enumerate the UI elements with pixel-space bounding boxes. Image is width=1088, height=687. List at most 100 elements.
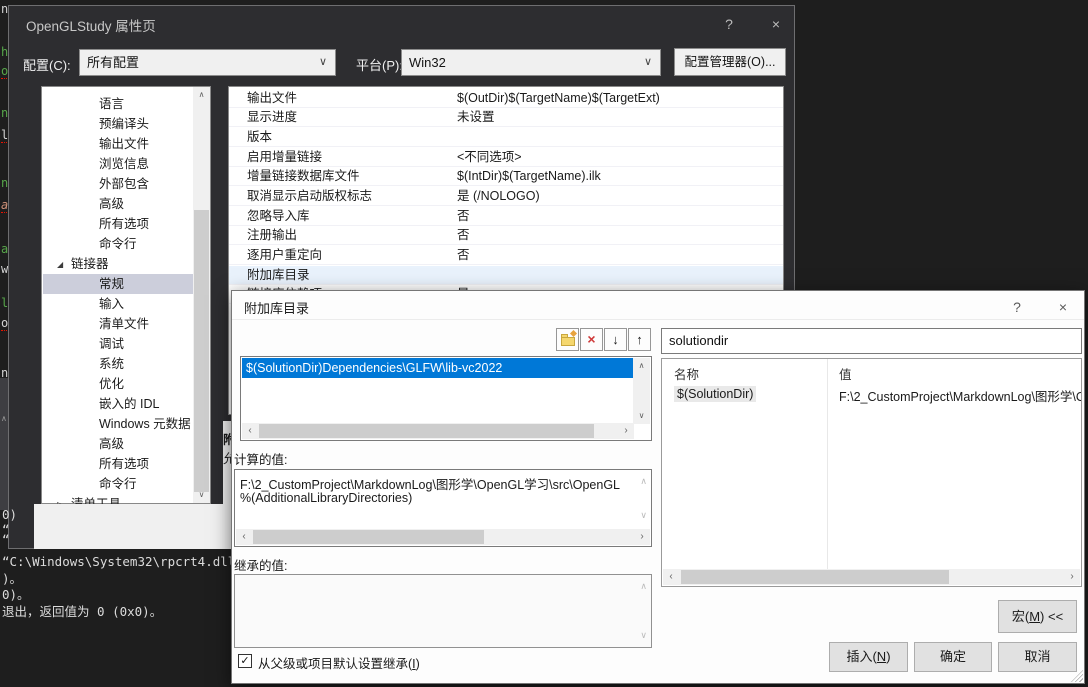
- scroll-up-icon[interactable]: ∧: [1, 414, 7, 423]
- tree-item-label: 输入: [99, 297, 124, 311]
- close-button[interactable]: ×: [1050, 296, 1076, 318]
- ok-button[interactable]: 确定: [914, 642, 992, 672]
- scroll-right-icon[interactable]: ›: [634, 529, 650, 545]
- tree-item-label: 所有选项: [99, 457, 149, 471]
- tree-item[interactable]: 所有选项: [43, 454, 193, 474]
- insert-button[interactable]: 插入(N): [829, 642, 908, 672]
- cancel-button[interactable]: 取消: [998, 642, 1077, 672]
- property-value[interactable]: 是 (/NOLOGO): [457, 187, 540, 206]
- scroll-right-icon[interactable]: ›: [618, 423, 634, 439]
- computed-hscrollbar[interactable]: ‹ ›: [236, 529, 650, 545]
- delete-line-button[interactable]: ×: [580, 328, 603, 351]
- move-up-button[interactable]: ↑: [628, 328, 651, 351]
- chevron-down-icon[interactable]: ∨: [319, 50, 327, 75]
- property-row[interactable]: 启用增量链接 <不同选项>: [229, 148, 783, 167]
- platform-combobox[interactable]: Win32 ∨: [401, 49, 661, 76]
- new-line-button[interactable]: [556, 328, 579, 351]
- property-row[interactable]: 版本: [229, 128, 783, 147]
- tree-item[interactable]: 嵌入的 IDL: [43, 394, 193, 414]
- tree-item-label: 语言: [99, 97, 124, 111]
- macro-name-cell[interactable]: $(SolutionDir): [674, 386, 756, 402]
- scroll-down-icon[interactable]: ∨: [633, 408, 650, 424]
- property-value[interactable]: 否: [457, 207, 470, 226]
- tree-expander-icon[interactable]: ◢: [57, 255, 71, 275]
- console-output-line: 0): [2, 507, 17, 522]
- tree-item[interactable]: 高级: [43, 194, 193, 214]
- configuration-manager-button[interactable]: 配置管理器(O)...: [674, 48, 786, 76]
- scroll-left-icon[interactable]: ‹: [663, 569, 679, 585]
- tree-item[interactable]: 高级: [43, 434, 193, 454]
- property-row[interactable]: 显示进度 未设置: [229, 108, 783, 127]
- tree-item[interactable]: 清单文件: [43, 314, 193, 334]
- console-output-line: “: [2, 532, 10, 547]
- tree-item[interactable]: 所有选项: [43, 214, 193, 234]
- console-output-line: “C:\Windows\System32\rpcrt4.dll”。: [2, 551, 255, 570]
- tree-item[interactable]: 外部包含: [43, 174, 193, 194]
- scrollbar-thumb[interactable]: [259, 424, 594, 438]
- tree-item[interactable]: 预编译头: [43, 114, 193, 134]
- tree-item[interactable]: 语言: [43, 94, 193, 114]
- property-row[interactable]: 忽略导入库 否: [229, 207, 783, 226]
- tree-item[interactable]: 命令行: [43, 474, 193, 494]
- tree-item-label: 调试: [99, 337, 124, 351]
- move-down-button[interactable]: ↓: [604, 328, 627, 351]
- property-row[interactable]: 增量链接数据库文件 $(IntDir)$(TargetName).ilk: [229, 167, 783, 186]
- scroll-left-icon[interactable]: ‹: [236, 529, 252, 545]
- column-header-name[interactable]: 名称: [674, 364, 699, 383]
- tree-item[interactable]: 输入: [43, 294, 193, 314]
- tree-item[interactable]: 输出文件: [43, 134, 193, 154]
- close-button[interactable]: ×: [764, 13, 788, 35]
- property-value[interactable]: $(IntDir)$(TargetName).ilk: [457, 167, 601, 186]
- tree-item[interactable]: 浏览信息: [43, 154, 193, 174]
- property-value[interactable]: $(OutDir)$(TargetName)$(TargetExt): [457, 89, 660, 108]
- checkmark-icon: ✓: [240, 655, 249, 667]
- configuration-combobox[interactable]: 所有配置 ∨: [79, 49, 336, 76]
- list-item[interactable]: $(SolutionDir)Dependencies\GLFW\lib-vc20…: [242, 358, 635, 378]
- tree-item[interactable]: 常规: [43, 274, 193, 294]
- property-value[interactable]: <不同选项>: [457, 148, 522, 167]
- divider: [232, 319, 1084, 320]
- macro-value-cell[interactable]: F:\2_CustomProject\MarkdownLog\图形学\O: [839, 386, 1081, 405]
- inherited-values-label: 继承的值:: [234, 555, 287, 574]
- scroll-left-icon[interactable]: ‹: [242, 423, 258, 439]
- tree-item[interactable]: 调试: [43, 334, 193, 354]
- list-hscrollbar[interactable]: ‹ ›: [242, 423, 634, 439]
- tree-item[interactable]: 优化: [43, 374, 193, 394]
- tree-scrollbar[interactable]: ∧ ∨: [193, 87, 210, 503]
- macro-filter-input[interactable]: solutiondir: [661, 328, 1082, 354]
- chevron-down-icon[interactable]: ∨: [644, 50, 652, 75]
- inherit-checkbox[interactable]: ✓: [238, 654, 252, 668]
- property-value[interactable]: 否: [457, 226, 470, 245]
- property-row[interactable]: 逐用户重定向 否: [229, 246, 783, 265]
- macros-button[interactable]: 宏(M) <<: [998, 600, 1077, 633]
- macro-table[interactable]: 名称 值 $(SolutionDir) F:\2_CustomProject\M…: [661, 358, 1082, 587]
- tree-item[interactable]: 命令行: [43, 234, 193, 254]
- scroll-down-icon[interactable]: ∨: [193, 487, 210, 503]
- scrollbar-thumb[interactable]: [681, 570, 949, 584]
- tree-item[interactable]: Windows 元数据: [43, 414, 193, 434]
- help-button[interactable]: ?: [717, 13, 741, 35]
- table-hscrollbar[interactable]: ‹ ›: [663, 569, 1080, 585]
- help-button[interactable]: ?: [1004, 296, 1030, 318]
- property-value[interactable]: 未设置: [457, 108, 495, 127]
- property-row[interactable]: 附加库目录: [229, 266, 783, 285]
- tree-item-label: 链接器: [71, 257, 109, 271]
- property-row[interactable]: 注册输出 否: [229, 226, 783, 245]
- tree-item[interactable]: 系统: [43, 354, 193, 374]
- property-value[interactable]: 否: [457, 246, 470, 265]
- scroll-right-icon[interactable]: ›: [1064, 569, 1080, 585]
- list-vscrollbar[interactable]: ∧ ∨: [633, 358, 650, 424]
- tree-item-label: 命令行: [99, 237, 137, 251]
- scrollbar-thumb[interactable]: [194, 210, 209, 492]
- computed-value-label: 计算的值:: [234, 449, 287, 468]
- scroll-up-icon[interactable]: ∧: [633, 358, 650, 374]
- scroll-up-icon[interactable]: ∧: [193, 87, 210, 103]
- column-header-value[interactable]: 值: [839, 364, 852, 383]
- scrollbar-thumb[interactable]: [253, 530, 484, 544]
- dialog-title: OpenGLStudy 属性页: [26, 15, 156, 35]
- property-row[interactable]: 输出文件 $(OutDir)$(TargetName)$(TargetExt): [229, 89, 783, 108]
- property-row[interactable]: 取消显示启动版权标志 是 (/NOLOGO): [229, 187, 783, 206]
- directory-list[interactable]: $(SolutionDir)Dependencies\GLFW\lib-vc20…: [240, 356, 652, 441]
- tree-item[interactable]: ◢链接器: [43, 254, 193, 274]
- inherit-checkbox-label[interactable]: 从父级或项目默认设置继承(I): [258, 653, 420, 672]
